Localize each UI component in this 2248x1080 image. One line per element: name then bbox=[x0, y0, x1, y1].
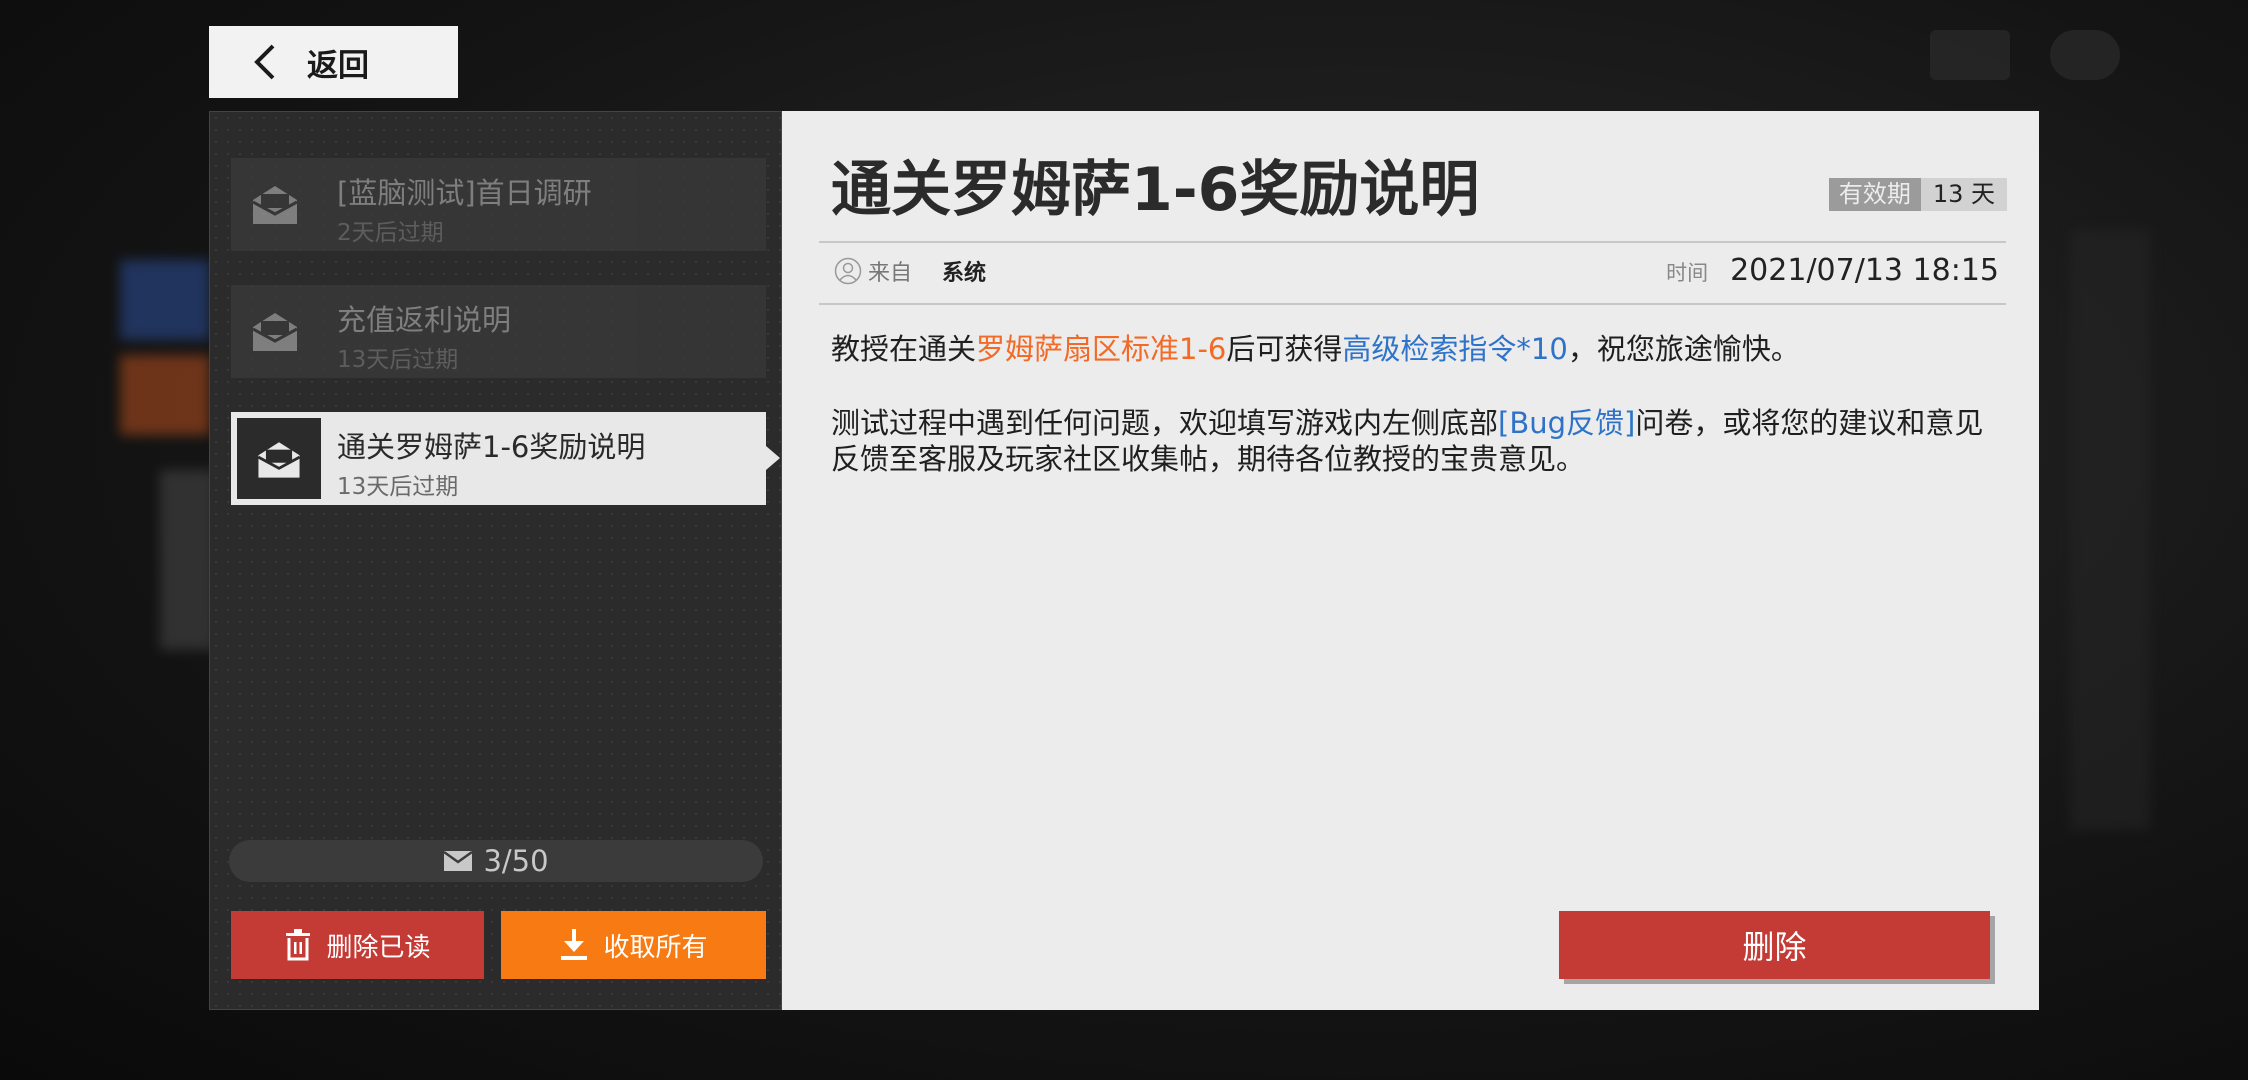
validity-badge: 有效期 13 天 bbox=[1828, 178, 2007, 211]
delete-label: 删除 bbox=[1742, 928, 1807, 966]
body-text: 教授在通关 bbox=[831, 332, 977, 366]
highlight-stage: 罗姆萨扇区标准1-6 bbox=[976, 332, 1227, 366]
mail-expire: 13天后过期 bbox=[337, 474, 459, 500]
mail-list-item[interactable]: 充值返利说明 13天后过期 bbox=[231, 285, 766, 378]
envelope-icon bbox=[443, 850, 474, 871]
mail-title: [蓝脑测试]首日调研 bbox=[337, 176, 592, 210]
mail-list-item[interactable]: [蓝脑测试]首日调研 2天后过期 bbox=[231, 158, 766, 251]
highlight-reward: 高级检索指令*10 bbox=[1342, 332, 1568, 366]
divider bbox=[819, 303, 2006, 305]
mail-count-text: 3/50 bbox=[483, 844, 549, 878]
background-decoration bbox=[120, 260, 210, 340]
mail-detail-title: 通关罗姆萨1-6奖励说明 bbox=[831, 155, 1480, 225]
time-row: 时间 2021/07/13 18:15 bbox=[1666, 253, 1999, 288]
background-decoration bbox=[2070, 230, 2150, 830]
chevron-left-icon bbox=[254, 44, 275, 80]
time-value: 2021/07/13 18:15 bbox=[1730, 253, 1999, 288]
mail-list-panel: [蓝脑测试]首日调研 2天后过期 充值返利说明 13天后过期 通关罗姆萨1-6奖… bbox=[209, 111, 782, 1010]
mail-list-item-selected[interactable]: 通关罗姆萨1-6奖励说明 13天后过期 bbox=[231, 412, 780, 505]
collect-all-button[interactable]: 收取所有 bbox=[501, 911, 766, 979]
body-text: 后可获得 bbox=[1226, 332, 1343, 366]
mail-body-paragraph: 测试过程中遇到任何问题，欢迎填写游戏内左侧底部[Bug反馈]问卷，或将您的建议和… bbox=[831, 405, 2001, 477]
envelope-open-icon bbox=[252, 313, 298, 351]
delete-read-button[interactable]: 删除已读 bbox=[231, 911, 484, 979]
mail-title: 充值返利说明 bbox=[337, 303, 512, 337]
sender-name: 系统 bbox=[942, 261, 987, 286]
mail-count: 3/50 bbox=[229, 840, 763, 882]
delete-button[interactable]: 删除 bbox=[1559, 911, 1990, 979]
mail-expire: 2天后过期 bbox=[337, 220, 444, 246]
bug-feedback-link[interactable]: [Bug反馈] bbox=[1498, 406, 1635, 440]
time-label: 时间 bbox=[1666, 261, 1709, 285]
from-label: 来自 bbox=[868, 261, 913, 286]
body-text: ，祝您旅途愉快。 bbox=[1567, 332, 1800, 366]
body-text: 测试过程中遇到任何问题，欢迎填写游戏内左侧底部 bbox=[831, 406, 1499, 440]
envelope-open-icon bbox=[237, 418, 321, 499]
back-label: 返回 bbox=[307, 47, 369, 84]
download-icon bbox=[561, 929, 588, 960]
mail-detail-panel: 通关罗姆萨1-6奖励说明 有效期 13 天 来自 系统 时间 2021/07/1… bbox=[782, 111, 2039, 1010]
delete-read-label: 删除已读 bbox=[326, 932, 431, 963]
background-decoration bbox=[160, 470, 215, 650]
sender-row: 来自 系统 bbox=[834, 255, 986, 287]
divider bbox=[819, 241, 2006, 243]
background-decoration bbox=[2050, 30, 2120, 80]
selection-arrow bbox=[766, 446, 780, 470]
mail-body-paragraph: 教授在通关罗姆萨扇区标准1-6后可获得高级检索指令*10，祝您旅途愉快。 bbox=[831, 331, 2001, 367]
back-button[interactable]: 返回 bbox=[209, 26, 458, 98]
envelope-open-icon bbox=[252, 186, 298, 224]
validity-value: 13 天 bbox=[1920, 178, 2007, 211]
user-icon bbox=[834, 257, 862, 285]
mail-expire: 13天后过期 bbox=[337, 347, 459, 373]
mail-title: 通关罗姆萨1-6奖励说明 bbox=[337, 430, 646, 464]
collect-all-label: 收取所有 bbox=[603, 932, 708, 963]
trash-icon bbox=[286, 929, 311, 961]
validity-label: 有效期 bbox=[1828, 178, 1921, 211]
background-decoration bbox=[120, 355, 210, 435]
background-decoration bbox=[1930, 30, 2010, 80]
